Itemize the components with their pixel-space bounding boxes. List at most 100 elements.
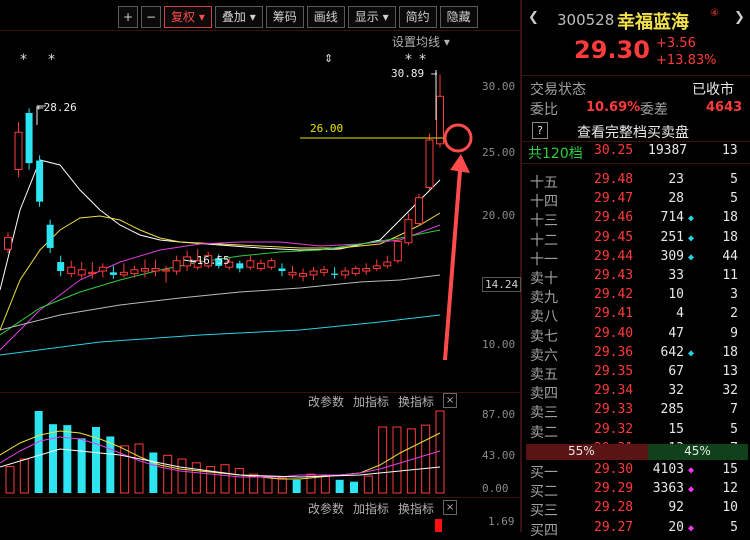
stock-name: 幸福蓝海	[617, 12, 689, 33]
sell-row[interactable]: 卖四 29.34 32 32	[522, 382, 750, 402]
candle-body[interactable]	[299, 273, 308, 277]
buy-row[interactable]: 买四 29.27 20 ◆ 5	[522, 519, 750, 539]
sell-row[interactable]: 卖六 29.36 642 ◆ 18	[522, 344, 750, 364]
level-volume: 28	[668, 191, 684, 207]
level-label: 卖六	[530, 347, 558, 364]
candle-body[interactable]	[162, 269, 171, 272]
level-price: 29.32	[594, 421, 634, 437]
candle-body[interactable]	[372, 265, 381, 269]
candle-body[interactable]	[46, 224, 54, 248]
sell-row[interactable]: 卖七 29.40 47 9	[522, 325, 750, 345]
candle-body[interactable]	[172, 260, 181, 272]
prev-stock-icon[interactable]: ❮	[528, 10, 539, 25]
volume-bar	[149, 452, 158, 493]
jianyue-button[interactable]: 简约	[398, 6, 437, 28]
yincang-button[interactable]: 隐藏	[439, 6, 478, 28]
candle-body[interactable]	[140, 267, 149, 272]
next-stock-icon[interactable]: ❯	[734, 10, 745, 25]
sell-row[interactable]: 卖五 29.35 67 13	[522, 363, 750, 383]
level-label: 十三	[530, 213, 558, 230]
level-count: 11	[722, 268, 738, 283]
candle-body[interactable]	[236, 263, 244, 269]
diejia-dropdown[interactable]: 叠加 ▾	[214, 6, 263, 28]
candle-body[interactable]	[151, 267, 160, 272]
sell-row[interactable]: 十五 29.48 23 5	[522, 171, 750, 191]
level-price: 29.33	[594, 402, 634, 418]
sell-row[interactable]: 卖十 29.43 33 11	[522, 267, 750, 287]
candle-body[interactable]	[130, 269, 139, 275]
huaxian-button[interactable]: 画线	[306, 6, 345, 28]
candle-body[interactable]	[362, 267, 371, 272]
sell-row[interactable]: 卖八 29.41 4 2	[522, 305, 750, 325]
sell-row[interactable]: 卖二 29.32 15 5	[522, 421, 750, 441]
buy-row[interactable]: 买二 29.29 3363 ◆ 12	[522, 480, 750, 500]
view-full-orderbook-link[interactable]: 查看完整档买卖盘	[577, 122, 689, 142]
candle-body[interactable]	[288, 271, 297, 276]
levels-label: 共120档	[528, 146, 583, 162]
sell-row[interactable]: 十一 29.44 309 ◆ 44	[522, 248, 750, 268]
moving-average-line	[0, 274, 441, 331]
candle-body[interactable]	[278, 268, 286, 272]
candle-body[interactable]	[98, 266, 107, 272]
candle-body[interactable]	[320, 269, 329, 273]
sell-row[interactable]: 卖三 29.33 285 7	[522, 401, 750, 421]
candle-body[interactable]	[267, 260, 276, 268]
candle-body[interactable]	[341, 270, 350, 276]
vol-axis-top: 87.00	[482, 408, 516, 421]
level-count: 32	[722, 383, 738, 399]
candle-body[interactable]	[309, 270, 318, 276]
sell-row[interactable]: 十三 29.46 714 ◆ 18	[522, 209, 750, 230]
volume-bar	[177, 458, 187, 494]
levels-price: 30.25	[594, 143, 634, 158]
volume-bar	[77, 438, 86, 493]
buy-row[interactable]: 买三 29.28 92 10	[522, 499, 750, 519]
candle-body[interactable]	[88, 271, 97, 275]
candle-body[interactable]	[119, 271, 128, 276]
candle-body[interactable]	[25, 112, 33, 164]
candle-body[interactable]	[404, 219, 413, 244]
candle-body[interactable]	[256, 262, 265, 269]
zoom-out-button[interactable]: −	[141, 6, 161, 28]
candle-body[interactable]	[67, 266, 76, 275]
candle-body[interactable]	[14, 131, 23, 171]
candle-body[interactable]	[425, 139, 434, 189]
ratio-bar: 55% 45%	[526, 444, 748, 460]
candle-body[interactable]	[393, 240, 402, 262]
switch-indicator-button[interactable]: 换指标	[398, 500, 434, 517]
sell-row[interactable]: 十二 29.45 251 ◆ 18	[522, 229, 750, 249]
candle-body[interactable]	[4, 237, 12, 250]
weicha-value: 4643	[706, 100, 743, 115]
buy-row[interactable]: 买一 29.30 4103 ◆ 15	[522, 461, 750, 481]
xianshi-label: 显示	[354, 10, 379, 24]
level-price: 29.40	[594, 325, 634, 341]
candle-body[interactable]	[414, 197, 423, 224]
candle-body[interactable]	[246, 260, 255, 268]
close-icon[interactable]: ×	[443, 500, 458, 515]
candle-body[interactable]	[436, 95, 444, 145]
vol-axis-zero: 0.00	[482, 482, 509, 495]
candle-body[interactable]	[57, 262, 65, 272]
candle-body[interactable]	[351, 267, 360, 275]
chouma-button[interactable]: 筹码	[265, 6, 304, 28]
sell-row[interactable]: 十四 29.47 28 5	[522, 190, 750, 210]
zoom-in-button[interactable]: +	[118, 6, 138, 28]
candle-body[interactable]	[331, 273, 339, 275]
level-volume: 4	[676, 306, 684, 322]
fuquan-dropdown[interactable]: 复权 ▾	[164, 6, 212, 28]
help-icon[interactable]: ?	[532, 122, 548, 139]
candle-body[interactable]	[77, 269, 86, 276]
level-price: 29.34	[594, 383, 634, 399]
candle-body[interactable]	[36, 160, 44, 202]
level-price: 29.48	[594, 172, 634, 187]
modify-params-button[interactable]: 改参数	[308, 500, 344, 517]
xianshi-dropdown[interactable]: 显示 ▾	[347, 6, 396, 28]
moving-average-line	[0, 314, 441, 356]
candle-body[interactable]	[109, 272, 117, 275]
level-price: 29.28	[594, 500, 634, 516]
add-indicator-button[interactable]: 加指标	[353, 500, 389, 517]
sell-row[interactable]: 卖九 29.42 10 3	[522, 286, 750, 306]
level-label: 卖五	[530, 367, 558, 383]
change-marker-icon: ◆	[687, 465, 694, 476]
candle-body[interactable]	[383, 261, 392, 267]
low-label: ←16.55	[190, 254, 230, 267]
